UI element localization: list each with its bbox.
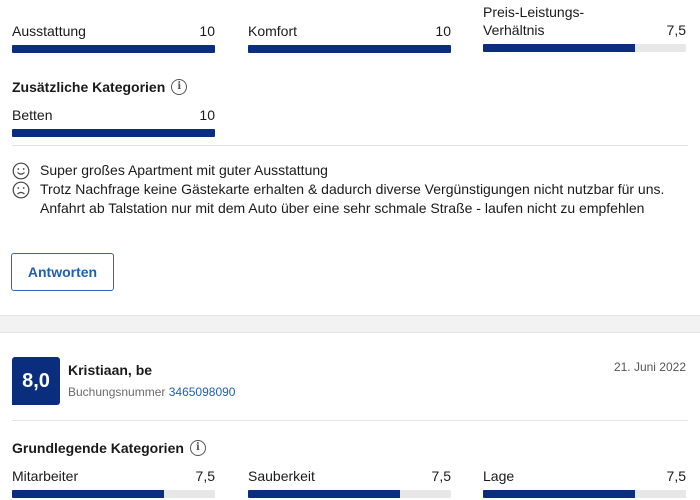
- metric-bar-fill: [12, 45, 215, 53]
- metric-label: Komfort: [248, 23, 298, 39]
- reply-button[interactable]: Antworten: [11, 253, 114, 291]
- metric-betten: Betten 10: [12, 106, 215, 137]
- metric-score: 7,5: [666, 22, 686, 38]
- metric-label: Preis-Leistungs- Verhältnis: [483, 4, 585, 38]
- booking-label: Buchungsnummer: [68, 385, 166, 399]
- positive-comment: Super großes Apartment mit guter Ausstat…: [12, 161, 672, 180]
- metric-score: 10: [199, 23, 215, 39]
- metric-bar: [248, 490, 451, 498]
- metric-preis-leistung: Preis-Leistungs- Verhältnis 7,5: [483, 3, 686, 52]
- positive-comment-text: Super großes Apartment mit guter Ausstat…: [40, 162, 328, 178]
- additional-categories-label: Zusätzliche Kategorien: [12, 79, 166, 95]
- additional-categories-title: Zusätzliche Kategorien i: [12, 79, 188, 95]
- metric-komfort: Komfort 10: [248, 22, 451, 53]
- divider: [12, 145, 688, 146]
- metric-bar-fill: [12, 129, 215, 137]
- booking-number-link[interactable]: 3465098090: [169, 385, 236, 399]
- review-date: 21. Juni 2022: [613, 360, 686, 374]
- metric-score: 7,5: [666, 468, 686, 484]
- metric-ausstattung: Ausstattung 10: [12, 22, 215, 53]
- metric-label: Betten: [12, 107, 53, 123]
- metric-score: 10: [435, 23, 451, 39]
- review-score-badge: 8,0: [12, 357, 60, 405]
- metric-label: Mitarbeiter: [12, 468, 79, 484]
- metric-label: Lage: [483, 468, 515, 484]
- negative-comment-text: Trotz Nachfrage keine Gästekarte erhalte…: [40, 181, 665, 216]
- booking-info: Buchungsnummer 3465098090: [68, 385, 235, 399]
- info-icon[interactable]: i: [171, 79, 188, 95]
- negative-comment: Trotz Nachfrage keine Gästekarte erhalte…: [12, 180, 672, 218]
- reviewer-name: Kristiaan, be: [68, 362, 153, 378]
- frown-icon: [12, 181, 30, 199]
- metric-bar-fill: [248, 490, 401, 498]
- metric-bar: [12, 490, 215, 498]
- metric-score: 7,5: [195, 468, 215, 484]
- metric-label: Ausstattung: [12, 23, 86, 39]
- metric-bar-fill: [12, 490, 165, 498]
- metric-bar-fill: [483, 490, 636, 498]
- smile-icon: [12, 162, 30, 180]
- metric-score: 7,5: [431, 468, 451, 484]
- info-icon[interactable]: i: [189, 440, 206, 456]
- metric-sauberkeit: Sauberkeit 7,5: [248, 467, 451, 498]
- review-separator: [0, 315, 700, 333]
- metric-score: 10: [199, 107, 215, 123]
- basic-categories-title: Grundlegende Kategorien i: [12, 440, 206, 456]
- basic-categories-label: Grundlegende Kategorien: [12, 440, 184, 456]
- metric-bar: [12, 129, 215, 137]
- divider: [12, 420, 688, 421]
- metric-bar-fill: [483, 44, 636, 52]
- metric-mitarbeiter: Mitarbeiter 7,5: [12, 467, 215, 498]
- metric-bar: [12, 45, 215, 53]
- metric-bar-fill: [248, 45, 451, 53]
- metric-label: Sauberkeit: [248, 468, 315, 484]
- metric-bar: [483, 490, 686, 498]
- metric-bar: [483, 44, 686, 52]
- metric-bar: [248, 45, 451, 53]
- metric-lage: Lage 7,5: [483, 467, 686, 498]
